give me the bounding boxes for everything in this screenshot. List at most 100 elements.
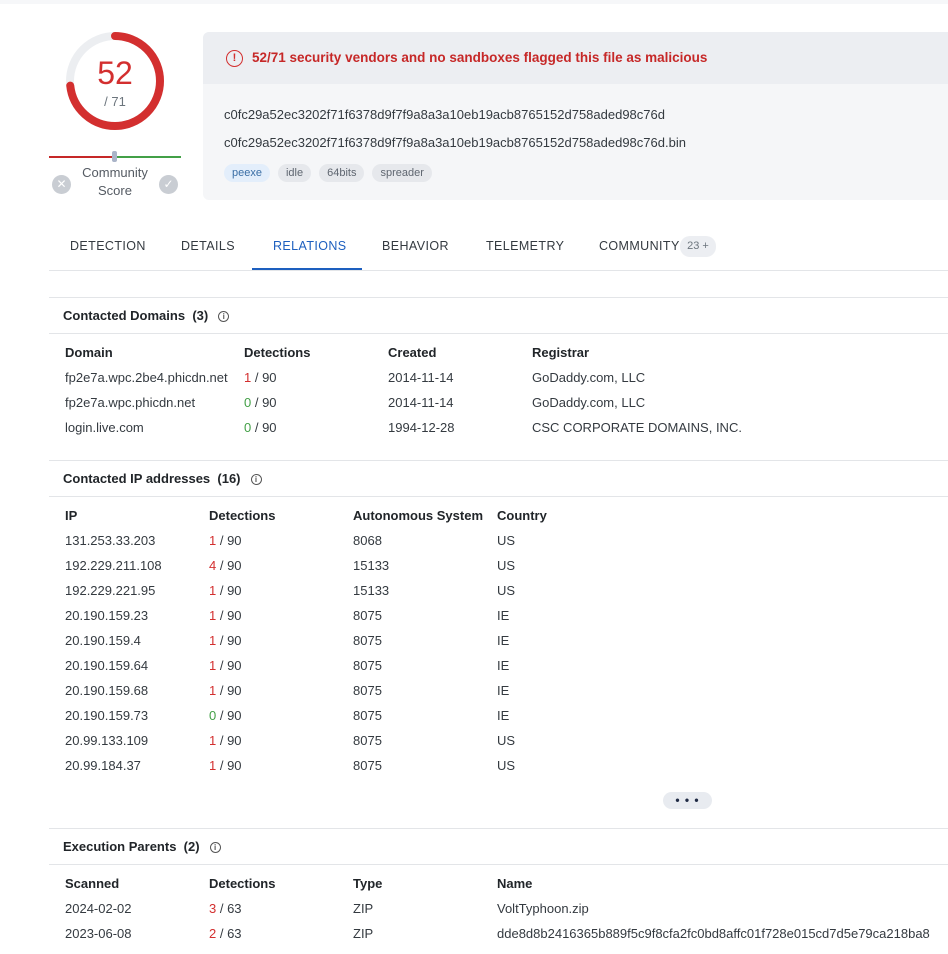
autonomous-system: 8068 (353, 533, 382, 548)
country: US (497, 758, 516, 773)
x-circle-icon[interactable]: ✕ (52, 175, 71, 194)
info-icon[interactable]: i (218, 311, 230, 322)
top-strip (0, 0, 948, 4)
col-header-ip[interactable]: IP (65, 508, 77, 523)
domain-link[interactable]: login.live.com (65, 420, 144, 435)
autonomous-system: 15133 (353, 558, 390, 573)
detection-ratio: 1 / 90 (209, 583, 242, 598)
ip-link[interactable]: 20.99.133.109 (65, 733, 148, 748)
detection-ratio: 1 / 90 (209, 608, 242, 623)
file-hash[interactable]: c0fc29a52ec3202f71f6378d9f7f9a8a3a10eb19… (224, 107, 665, 122)
autonomous-system: 15133 (353, 583, 390, 598)
created-date: 2014-11-14 (388, 370, 454, 385)
autonomous-system: 8075 (353, 733, 382, 748)
tag-idle[interactable]: idle (277, 164, 312, 182)
detection-ratio: 0 / 90 (209, 708, 242, 723)
col-header-registrar[interactable]: Registrar (532, 345, 589, 360)
col-header-detections[interactable]: Detections (244, 345, 310, 360)
scanned-date: 2023-06-08 (65, 926, 132, 941)
tab-detection[interactable]: DETECTION (70, 239, 146, 253)
domain-link[interactable]: fp2e7a.wpc.2be4.phicdn.net (65, 370, 228, 385)
check-circle-icon[interactable]: ✓ (159, 175, 178, 194)
ip-link[interactable]: 20.190.159.64 (65, 658, 148, 673)
tab-details[interactable]: DETAILS (181, 239, 235, 253)
col-header-domain[interactable]: Domain (65, 345, 113, 360)
tab-relations[interactable]: RELATIONS (273, 239, 347, 253)
created-date: 2014-11-14 (388, 395, 454, 410)
col-header-name[interactable]: Name (497, 876, 532, 891)
country: IE (497, 658, 510, 673)
autonomous-system: 8075 (353, 658, 382, 673)
registrar: GoDaddy.com, LLC (532, 395, 646, 410)
tag-peexe[interactable]: peexe (224, 164, 270, 182)
tab-behavior[interactable]: BEHAVIOR (382, 239, 449, 253)
score-total: / 71 (104, 94, 126, 109)
tag-64bits[interactable]: 64bits (319, 164, 365, 182)
score-detected: 52 (97, 55, 133, 91)
active-tab-indicator (252, 268, 362, 270)
country: US (497, 558, 516, 573)
file-type: ZIP (353, 926, 374, 941)
autonomous-system: 8075 (353, 758, 382, 773)
divider (49, 496, 948, 497)
col-header-type[interactable]: Type (353, 876, 382, 891)
country: IE (497, 708, 510, 723)
country: IE (497, 633, 510, 648)
col-header-autonomous-system[interactable]: Autonomous System (353, 508, 483, 523)
detection-ratio: 2 / 63 (209, 926, 242, 941)
country: US (497, 533, 516, 548)
registrar: GoDaddy.com, LLC (532, 370, 646, 385)
detection-ratio: 4 / 90 (209, 558, 242, 573)
country: US (497, 583, 516, 598)
col-header-scanned[interactable]: Scanned (65, 876, 119, 891)
country: US (497, 733, 516, 748)
show-more-button[interactable]: • • • (663, 792, 712, 809)
divider (49, 297, 948, 298)
community-score-bar (49, 151, 181, 162)
ip-link[interactable]: 20.190.159.4 (65, 633, 141, 648)
tab-telemetry[interactable]: TELEMETRY (486, 239, 564, 253)
ip-link[interactable]: 192.229.211.108 (65, 558, 162, 573)
file-name: c0fc29a52ec3202f71f6378d9f7f9a8a3a10eb19… (224, 135, 686, 150)
detection-ratio: 1 / 90 (209, 758, 242, 773)
community-score-label: Community Score (82, 165, 148, 198)
info-icon[interactable]: i (209, 842, 221, 853)
detection-ratio: 0 / 90 (244, 420, 277, 435)
ip-link[interactable]: 192.229.221.95 (65, 583, 155, 598)
detection-ratio: 3 / 63 (209, 901, 242, 916)
autonomous-system: 8075 (353, 633, 382, 648)
ip-link[interactable]: 20.190.159.68 (65, 683, 148, 698)
divider (49, 333, 948, 334)
info-icon[interactable]: i (250, 474, 262, 485)
tab-community[interactable]: COMMUNITY (599, 239, 680, 253)
file-tags: peexe idle 64bits spreader (224, 164, 432, 182)
detection-ratio: 1 / 90 (244, 370, 277, 385)
ip-link[interactable]: 20.190.159.73 (65, 708, 148, 723)
col-header-detections[interactable]: Detections (209, 876, 275, 891)
col-header-detections[interactable]: Detections (209, 508, 275, 523)
parent-file-link[interactable]: VoltTyphoon.zip (497, 901, 589, 916)
detection-score-widget: 52 / 71 ✕ Community Score ✓ (49, 30, 181, 200)
autonomous-system: 8075 (353, 708, 382, 723)
divider (49, 864, 948, 865)
scanned-date: 2024-02-02 (65, 901, 132, 916)
parent-file-link[interactable]: dde8d8b2416365b889f5c9f8cfa2fc0bd8affc01… (497, 926, 930, 941)
col-header-created[interactable]: Created (388, 345, 436, 360)
detection-ratio: 1 / 90 (209, 683, 242, 698)
community-count-badge: 23 + (680, 236, 716, 257)
detection-ratio: 1 / 90 (209, 633, 242, 648)
report-tabs: DETECTION DETAILS RELATIONS BEHAVIOR TEL… (49, 224, 948, 271)
detection-ratio: 0 / 90 (244, 395, 277, 410)
autonomous-system: 8075 (353, 608, 382, 623)
tag-spreader[interactable]: spreader (372, 164, 432, 182)
ip-link[interactable]: 20.190.159.23 (65, 608, 148, 623)
domain-link[interactable]: fp2e7a.wpc.phicdn.net (65, 395, 195, 410)
autonomous-system: 8075 (353, 683, 382, 698)
country: IE (497, 683, 510, 698)
registrar: CSC CORPORATE DOMAINS, INC. (532, 420, 742, 435)
section-title-domains: Contacted Domains (3) i (63, 308, 230, 323)
col-header-country[interactable]: Country (497, 508, 547, 523)
ip-link[interactable]: 131.253.33.203 (65, 533, 155, 548)
divider (49, 460, 948, 461)
ip-link[interactable]: 20.99.184.37 (65, 758, 141, 773)
